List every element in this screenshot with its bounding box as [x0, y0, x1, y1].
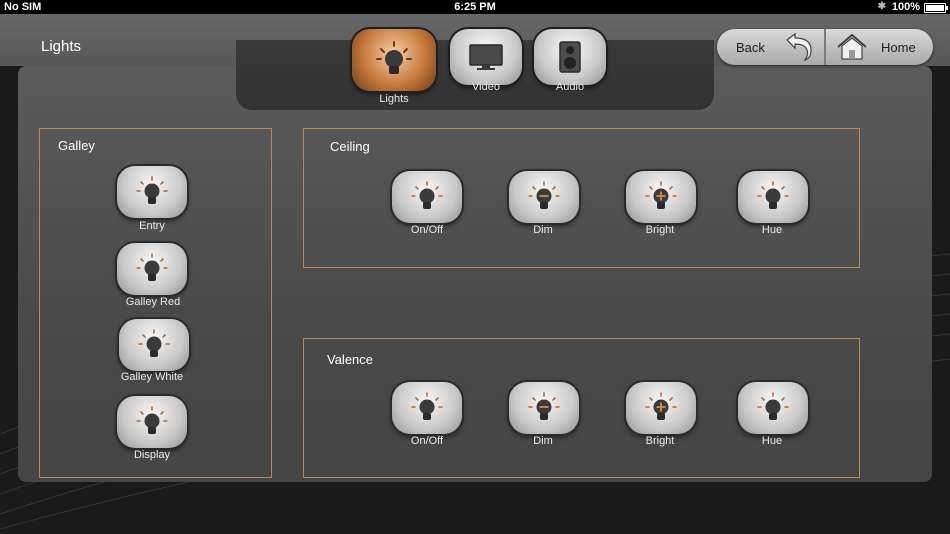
back-home-control: Back Home: [717, 29, 933, 65]
home-button[interactable]: Home: [826, 29, 933, 65]
valence-hue-button[interactable]: [738, 382, 808, 434]
home-label: Home: [881, 40, 916, 55]
house-icon: [837, 33, 867, 60]
lightbulb-icon: [138, 329, 170, 357]
lightbulb-icon: [136, 406, 168, 434]
ceiling-onoff-button[interactable]: [392, 171, 462, 223]
speaker-icon: [559, 41, 581, 73]
bright-bulb-icon: [645, 181, 677, 209]
valence-dim-button[interactable]: [509, 382, 579, 434]
tab-lights-label: Lights: [379, 93, 409, 105]
galley-white-button[interactable]: [119, 319, 189, 371]
tab-audio[interactable]: [534, 29, 606, 85]
back-arrow-icon: [786, 32, 812, 62]
ceiling-onoff-label: On/Off: [410, 224, 444, 236]
galley-red-button[interactable]: [117, 243, 187, 295]
valence-dim-label: Dim: [533, 435, 553, 447]
valence-bright-button[interactable]: [626, 382, 696, 434]
valence-title: Valence: [327, 352, 374, 367]
ceiling-bright-button[interactable]: [626, 171, 696, 223]
galley-red-label: Galley Red: [125, 296, 181, 308]
entry-label: Entry: [139, 220, 165, 232]
display-label: Display: [133, 449, 171, 461]
ceiling-hue-button[interactable]: [738, 171, 808, 223]
valence-bright-label: Bright: [645, 435, 675, 447]
dim-bulb-icon: [528, 181, 560, 209]
valence-onoff-label: On/Off: [410, 435, 444, 447]
tab-lights[interactable]: [352, 29, 436, 91]
battery-percent: 100%: [891, 1, 920, 13]
lightbulb-icon: [376, 41, 412, 74]
ceiling-title: Ceiling: [330, 139, 370, 154]
tab-audio-label: Audio: [555, 81, 585, 93]
battery-icon: [924, 3, 948, 13]
entry-button[interactable]: [117, 166, 187, 218]
bluetooth-icon: ✱: [877, 1, 886, 12]
valence-onoff-button[interactable]: [392, 382, 462, 434]
lightbulb-icon: [411, 392, 443, 420]
page-title: Lights: [41, 38, 82, 55]
galley-white-label: Galley White: [120, 371, 184, 383]
back-label: Back: [736, 40, 765, 55]
ceiling-bright-label: Bright: [645, 224, 675, 236]
ceiling-dim-label: Dim: [533, 224, 553, 236]
bright-bulb-icon: [645, 392, 677, 420]
display-button[interactable]: [117, 396, 187, 448]
lightbulb-icon: [757, 392, 789, 420]
tab-video-label: Video: [472, 81, 500, 93]
lightbulb-icon: [136, 176, 168, 204]
galley-title: Galley: [58, 138, 95, 153]
lightbulb-icon: [411, 181, 443, 209]
back-button[interactable]: Back: [717, 29, 824, 65]
ceiling-dim-button[interactable]: [509, 171, 579, 223]
tab-video[interactable]: [450, 29, 522, 85]
monitor-icon: [469, 44, 503, 70]
ceiling-hue-label: Hue: [761, 224, 783, 236]
status-bar: No SIM 6:25 PM ✱ 100%: [0, 0, 950, 14]
lightbulb-icon: [136, 253, 168, 281]
clock-label: 6:25 PM: [454, 1, 496, 13]
dim-bulb-icon: [528, 392, 560, 420]
valence-hue-label: Hue: [761, 435, 783, 447]
lightbulb-icon: [757, 181, 789, 209]
